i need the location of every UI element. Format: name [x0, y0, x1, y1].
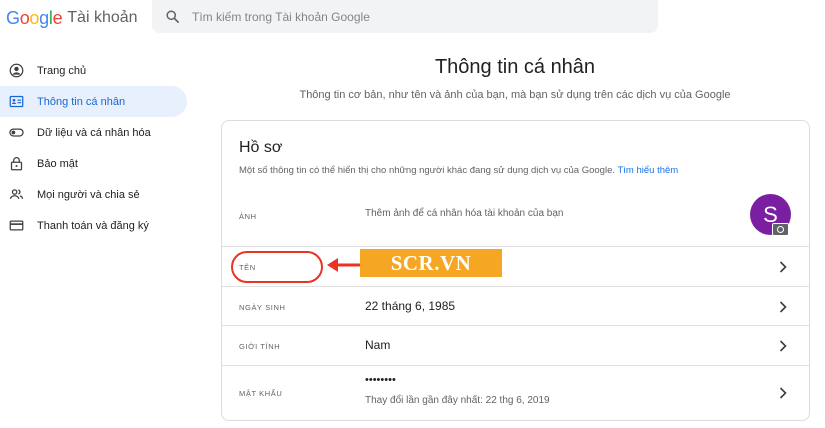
page-title: Thông tin cá nhân [434, 56, 596, 78]
sidebar-item-data-personalization[interactable]: Dữ liệu và cá nhân hóa [0, 117, 187, 148]
chevron-right-icon [779, 340, 787, 352]
watermark-banner: SCR.VN [360, 249, 502, 277]
people-icon [9, 189, 24, 199]
password-value: •••••••• [365, 374, 396, 386]
photo-hint: Thêm ảnh để cá nhân hóa tài khoản của bạ… [365, 208, 564, 219]
photo-row[interactable]: Ảnh Thêm ảnh để cá nhân hóa tài khoản củ… [222, 199, 809, 246]
password-row[interactable]: Mật khẩu •••••••• Thay đổi lần gần đây n… [222, 365, 809, 420]
credit-card-icon [9, 220, 24, 231]
account-circle-icon [9, 63, 24, 78]
gender-row[interactable]: Giới tính Nam [222, 325, 809, 366]
birthday-value: 22 tháng 6, 1985 [365, 299, 456, 313]
password-label: Mật khẩu [239, 389, 283, 398]
gender-label: Giới tính [239, 342, 281, 351]
sidebar-nav: Trang chủ Thông tin cá nhân Dữ liệu và c… [0, 55, 190, 241]
chevron-right-icon [779, 387, 787, 399]
name-highlight-oval [231, 251, 323, 283]
sidebar-item-label: Trang chủ [37, 64, 87, 77]
birthday-row[interactable]: Ngày sinh 22 tháng 6, 1985 [222, 286, 809, 326]
sidebar-item-home[interactable]: Trang chủ [0, 55, 187, 86]
sidebar-item-label: Bảo mật [37, 157, 78, 170]
learn-more-link[interactable]: Tìm hiểu thêm [617, 165, 678, 176]
page-subtitle: Thông tin cơ bản, như tên và ảnh của bạn… [299, 89, 731, 101]
photo-label: Ảnh [239, 212, 257, 221]
description-text: Một số thông tin có thể hiển thị cho nhữ… [239, 165, 615, 176]
google-wordmark: Google [6, 7, 63, 28]
search-icon[interactable] [165, 9, 180, 24]
sidebar-item-label: Thanh toán và đăng ký [37, 219, 149, 232]
password-last-changed: Thay đổi lần gần đây nhất: 22 thg 6, 201… [365, 395, 550, 406]
sidebar-item-security[interactable]: Bảo mật [0, 148, 187, 179]
sidebar-item-personal-info[interactable]: Thông tin cá nhân [0, 86, 187, 117]
search-bar[interactable] [152, 0, 658, 33]
sidebar-item-payments[interactable]: Thanh toán và đăng ký [0, 210, 187, 241]
chevron-right-icon [779, 301, 787, 313]
toggle-icon [9, 128, 24, 137]
avatar[interactable]: S [750, 194, 791, 236]
sidebar-item-people-sharing[interactable]: Mọi người và chia sẻ [0, 179, 187, 210]
search-input[interactable] [192, 7, 632, 27]
sidebar-item-label: Thông tin cá nhân [37, 95, 126, 108]
id-card-icon [9, 95, 24, 108]
chevron-right-icon [779, 261, 787, 273]
google-account-logo[interactable]: Google Tài khoản [6, 6, 138, 30]
sidebar-item-label: Dữ liệu và cá nhân hóa [37, 126, 151, 139]
camera-icon [772, 223, 789, 236]
gender-value: Nam [365, 338, 391, 352]
watermark-text: SCR.VN [390, 250, 472, 275]
sidebar-item-label: Mọi người và chia sẻ [37, 188, 140, 201]
birthday-label: Ngày sinh [239, 303, 286, 312]
lock-icon [10, 157, 23, 171]
product-name: Tài khoản [67, 9, 138, 26]
card-description: Một số thông tin có thể hiển thị cho nhữ… [239, 165, 678, 176]
card-title: Hồ sơ [239, 139, 283, 156]
